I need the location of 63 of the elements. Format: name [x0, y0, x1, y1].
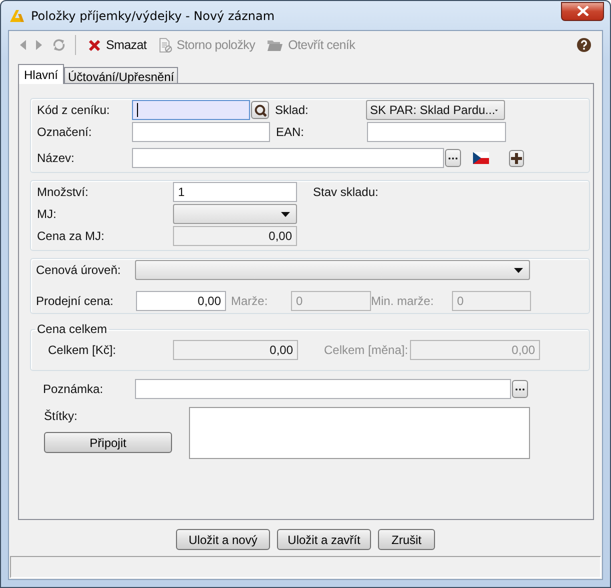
- field-label: Marže:: [231, 294, 269, 308]
- refresh-icon: [52, 38, 66, 52]
- field-label: Sklad:: [275, 103, 310, 117]
- field-label: EAN:: [276, 125, 306, 139]
- field-label: MJ:: [37, 207, 58, 221]
- close-icon: [576, 6, 588, 16]
- field-label: Množství:: [37, 185, 90, 199]
- field-label: Označení:: [37, 125, 93, 139]
- input-field: 0: [291, 291, 371, 311]
- search-button[interactable]: [251, 101, 269, 119]
- cancel-button[interactable]: Zrušit: [378, 529, 435, 550]
- ellipsis-icon: [515, 388, 525, 390]
- tab[interactable]: Účtování/Upřesnění: [64, 67, 178, 84]
- flag-icon: [473, 152, 489, 164]
- input-field[interactable]: [132, 148, 444, 168]
- field-label: Název:: [37, 151, 76, 165]
- input-field[interactable]: [135, 379, 511, 399]
- field-label: Celkem [měna]:: [324, 343, 410, 357]
- caret-icon: [514, 268, 523, 272]
- field-label: Prodejní cena:: [36, 294, 114, 308]
- ellipsis-icon: [448, 156, 458, 160]
- field-label: Cenová úroveň:: [36, 263, 122, 277]
- window-title: Položky příjemky/výdejky - Nový záznam: [31, 8, 276, 22]
- dropdown[interactable]: [173, 204, 297, 224]
- input-field: 0: [452, 291, 531, 311]
- input-field[interactable]: 0,00: [173, 340, 298, 360]
- search-icon: [254, 104, 266, 116]
- save-button[interactable]: Uložit a zavřít: [277, 529, 371, 550]
- app-logo-icon: [9, 8, 25, 22]
- document-icon: [158, 38, 172, 52]
- back-icon: [20, 40, 26, 50]
- field-label: Štítky:: [44, 409, 78, 423]
- folder-icon: [267, 38, 284, 52]
- attach-button[interactable]: Připojit: [44, 432, 172, 453]
- close-button[interactable]: [561, 2, 604, 20]
- field-label: Poznámka:: [43, 382, 104, 396]
- group-title: Cena celkem: [36, 322, 108, 336]
- dropdown[interactable]: SK PAR: Sklad Pardu...: [366, 100, 505, 120]
- delete-button[interactable]: Smazat: [82, 34, 153, 56]
- plus-icon: [511, 152, 522, 164]
- field-label: Cena za MJ:: [37, 229, 106, 243]
- tags-box[interactable]: [189, 407, 530, 459]
- add-button[interactable]: [509, 150, 524, 166]
- save-button[interactable]: Uložit a nový: [176, 529, 270, 550]
- browse-button[interactable]: [512, 380, 528, 398]
- caret-icon: [281, 212, 290, 216]
- browse-button[interactable]: [445, 149, 461, 167]
- input-field[interactable]: 0,00: [136, 291, 226, 311]
- input-field: 0,00: [410, 340, 540, 360]
- forward-icon: [36, 40, 42, 50]
- input-field[interactable]: 0,00: [173, 226, 297, 246]
- input-field[interactable]: 1: [173, 182, 297, 202]
- field-label: Celkem [Kč]:: [48, 343, 118, 357]
- tab[interactable]: Hlavní: [18, 64, 64, 84]
- input-field[interactable]: [132, 100, 250, 120]
- field-label: Min. marže:: [371, 294, 435, 308]
- field-label: Kód z ceníku:: [37, 103, 111, 117]
- delete-icon: [88, 38, 101, 52]
- help-icon: [577, 38, 591, 52]
- input-field[interactable]: [367, 122, 506, 142]
- input-field[interactable]: [132, 122, 270, 142]
- dropdown[interactable]: [135, 260, 530, 280]
- field-label: Stav skladu:: [313, 185, 378, 199]
